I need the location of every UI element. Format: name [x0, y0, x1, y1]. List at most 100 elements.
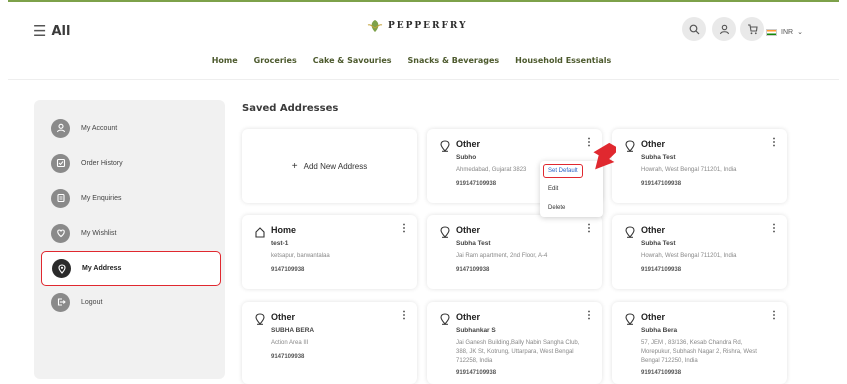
add-new-address-label: Add New Address [303, 161, 368, 171]
more-options-icon[interactable]: ⋮ [769, 138, 779, 148]
address-type: Other [271, 312, 296, 322]
address-name: Subho [456, 154, 477, 161]
address-card: Home ⋮ test-1 ketsapur, barwantalaa 9147… [242, 215, 417, 289]
address-phone: 919147109938 [456, 181, 497, 187]
address-phone: 919147109938 [456, 370, 497, 376]
sidebar-item-my-account[interactable]: My Account [41, 112, 221, 144]
location-icon [52, 259, 71, 278]
nav-item-snacks-beverages[interactable]: Snacks & Beverages [408, 56, 500, 65]
pepperfry-logo-icon [367, 20, 383, 32]
nav-item-household-essentials[interactable]: Household Essentials [515, 56, 611, 65]
address-card: Other ⋮ Subha Test Jai Ram apartment, 2n… [427, 215, 602, 289]
account-button[interactable] [712, 17, 736, 41]
address-card: Other ⋮ Subha Test Howrah, West Bengal 7… [612, 215, 787, 289]
account-sidebar: My Account Order History My Enquiries My… [34, 100, 225, 379]
address-type: Other [456, 139, 481, 149]
address-type: Other [456, 312, 481, 322]
sidebar-item-label: Order History [81, 159, 123, 167]
address-phone: 919147109938 [641, 267, 682, 273]
address-name: SUBHA BERA [271, 327, 315, 334]
location-pin-icon [440, 313, 450, 325]
set-default-option[interactable]: Set Default [543, 164, 583, 178]
logo-text: PEPPERFRY [388, 21, 468, 31]
sidebar-item-label: My Address [82, 265, 122, 272]
order-icon [51, 153, 70, 173]
sidebar-item-label: My Account [81, 124, 118, 132]
more-options-icon[interactable]: ⋮ [399, 311, 409, 321]
search-button[interactable] [682, 17, 706, 41]
more-options-icon[interactable]: ⋮ [399, 224, 409, 234]
address-phone: 9147109938 [456, 267, 490, 273]
address-line: Jai Ram apartment, 2nd Floor, A-4 [456, 253, 548, 259]
enquiry-icon [51, 188, 70, 208]
address-name: test-1 [271, 240, 289, 247]
sidebar-item-order-history[interactable]: Order History [41, 147, 221, 179]
address-card: Other ⋮ Subha Bera 57, JEM , 83/136, Kes… [612, 302, 787, 384]
address-name: Subhankar S [456, 327, 496, 334]
sidebar-item-label: My Enquiries [81, 194, 122, 202]
address-phone: 919147109938 [641, 181, 682, 187]
sidebar-item-logout[interactable]: Logout [41, 286, 221, 318]
brand-top-line [8, 0, 839, 2]
address-phone: 9147109938 [271, 354, 305, 360]
add-new-address-button[interactable]: + Add New Address [242, 129, 417, 203]
address-type: Other [641, 139, 666, 149]
sidebar-item-my-address[interactable]: My Address [41, 251, 221, 286]
cart-button[interactable] [740, 17, 764, 41]
delete-option[interactable]: Delete [548, 205, 565, 211]
sidebar-item-my-wishlist[interactable]: My Wishlist [41, 217, 221, 249]
location-pin-icon [625, 140, 635, 152]
page-title: Saved Addresses [242, 103, 339, 114]
address-line: ketsapur, barwantalaa [271, 253, 330, 259]
more-options-icon[interactable]: ⋮ [584, 311, 594, 321]
all-menu-button[interactable]: ☰ All [33, 22, 70, 40]
address-type: Home [271, 225, 297, 235]
hamburger-icon: ☰ [33, 22, 47, 40]
more-options-icon[interactable]: ⋮ [769, 311, 779, 321]
nav-item-home[interactable]: Home [212, 56, 238, 65]
category-nav: Home Groceries Cake & Savouries Snacks &… [0, 56, 847, 65]
user-icon [719, 24, 729, 34]
address-line: Jai Ganesh Building,Bally Nabin Sangha C… [456, 340, 580, 364]
logout-icon [51, 292, 70, 312]
address-line: 57, JEM , 83/136, Kesab Chandra Rd, More… [641, 340, 757, 364]
address-name: Subha Test [641, 240, 676, 247]
sidebar-item-label: My Wishlist [81, 229, 117, 237]
india-flag-icon [766, 28, 777, 36]
location-pin-icon [625, 226, 635, 238]
more-options-icon[interactable]: ⋮ [769, 224, 779, 234]
address-line: Howrah, West Bengal 711201, India [641, 167, 737, 173]
nav-item-cake-savouries[interactable]: Cake & Savouries [313, 56, 392, 65]
address-line: Action Area III [271, 340, 309, 346]
currency-selector[interactable]: INR ⌄ [766, 28, 803, 36]
search-icon [689, 24, 699, 34]
address-line: Howrah, West Bengal 711201, India [641, 253, 737, 259]
address-phone: 9147109938 [271, 267, 305, 273]
more-options-icon[interactable]: ⋮ [584, 224, 594, 234]
address-phone: 919147109938 [641, 370, 682, 376]
address-name: Subha Test [456, 240, 491, 247]
address-card: Other ⋮ SUBHA BERA Action Area III 91471… [242, 302, 417, 384]
logo[interactable]: PEPPERFRY [366, 19, 468, 33]
annotation-arrow-icon [593, 142, 616, 170]
address-type: Other [456, 225, 481, 235]
header-divider [8, 79, 839, 80]
chevron-down-icon: ⌄ [797, 29, 803, 36]
address-name: Subha Test [641, 154, 676, 161]
sidebar-item-label: Logout [81, 298, 103, 306]
location-pin-icon [440, 140, 450, 152]
location-pin-icon [625, 313, 635, 325]
address-card: Other ⋮ Subhankar S Jai Ganesh Building,… [427, 302, 602, 384]
location-pin-icon [255, 313, 265, 325]
location-pin-icon [440, 226, 450, 238]
heart-icon [51, 223, 70, 243]
address-type: Other [641, 312, 666, 322]
nav-item-groceries[interactable]: Groceries [254, 56, 297, 65]
user-icon [51, 118, 70, 138]
currency-label: INR [781, 28, 794, 36]
sidebar-item-my-enquiries[interactable]: My Enquiries [41, 182, 221, 214]
address-card: Other ⋮ Subha Test Howrah, West Bengal 7… [612, 129, 787, 203]
all-menu-label: All [51, 23, 71, 39]
address-type: Other [641, 225, 666, 235]
edit-option[interactable]: Edit [548, 186, 558, 192]
